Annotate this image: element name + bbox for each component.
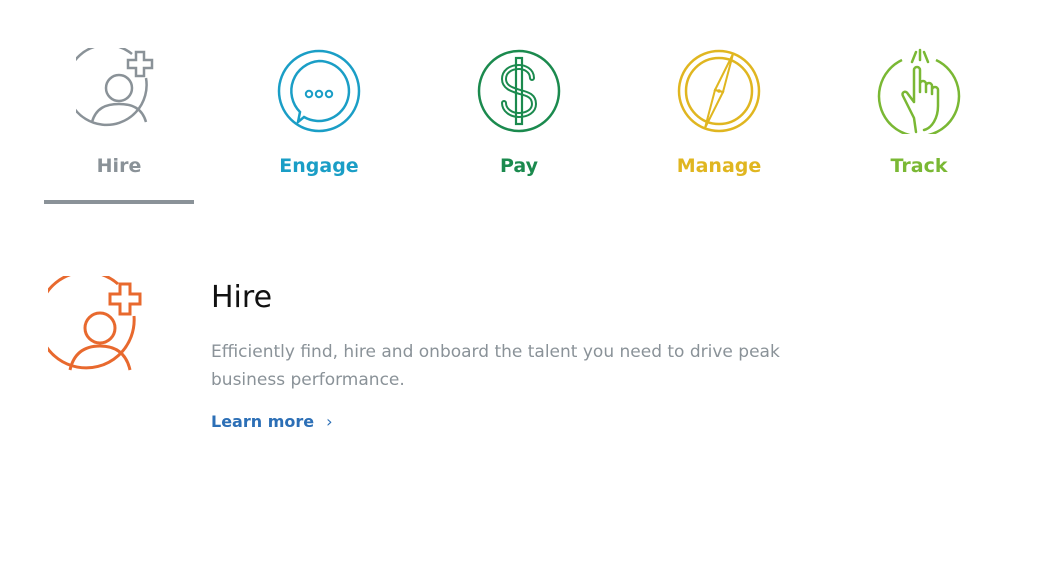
tab-manage[interactable]: Manage (644, 44, 794, 206)
pointer-hand-icon (877, 48, 961, 134)
person-plus-icon (48, 276, 142, 371)
chevron-right-icon: › (326, 412, 333, 431)
chat-bubble-icon (277, 49, 361, 133)
tab-track[interactable]: Track (844, 44, 994, 206)
compass-icon (677, 49, 761, 133)
product-tabs: Hire Engage Pay Manage Track (0, 0, 1038, 210)
tab-hire[interactable]: Hire (44, 44, 194, 206)
tab-label-manage: Manage (676, 155, 762, 177)
tab-label-pay: Pay (499, 155, 539, 177)
panel-description: Efficiently find, hire and onboard the t… (211, 342, 780, 390)
learn-more-label: Learn more (211, 412, 315, 431)
tab-label-hire: Hire (96, 155, 142, 177)
tab-label-track: Track (890, 155, 948, 177)
person-plus-icon (76, 48, 154, 127)
learn-more-link[interactable]: Learn more › (211, 412, 333, 431)
dollar-icon (477, 49, 561, 133)
tab-engage[interactable]: Engage (244, 44, 394, 206)
tab-pay[interactable]: Pay (444, 44, 594, 206)
panel-title: Hire (211, 280, 273, 315)
hire-panel: Hire Efficiently find, hire and onboard … (0, 260, 1038, 480)
active-tab-underline (44, 200, 194, 204)
tab-label-engage: Engage (279, 155, 359, 177)
